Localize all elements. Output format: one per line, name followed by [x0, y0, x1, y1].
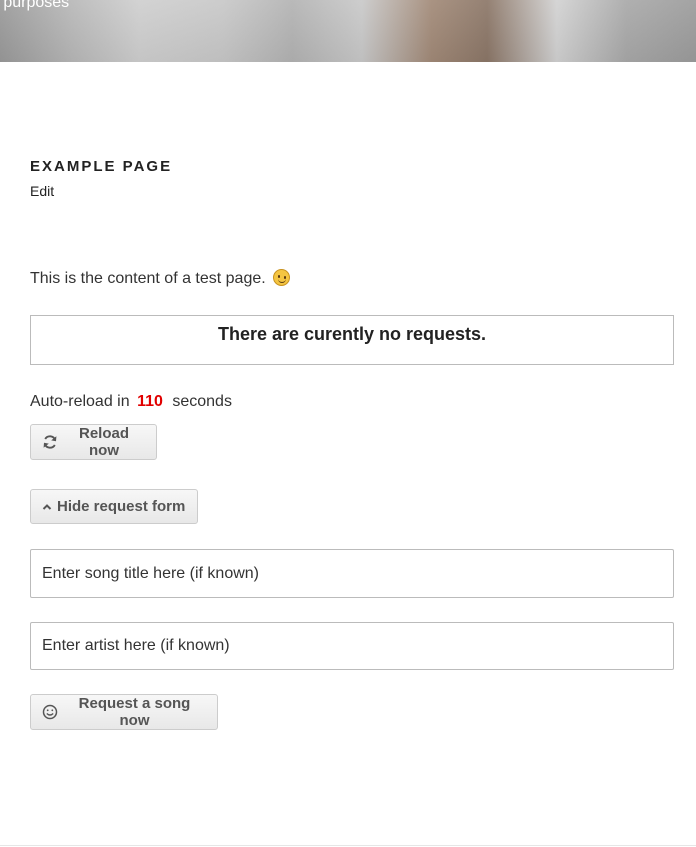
wink-emoji-icon: [273, 269, 291, 286]
artist-input[interactable]: [30, 622, 674, 670]
site-tagline: g purposes: [0, 0, 70, 11]
request-song-button[interactable]: Request a song now: [30, 694, 218, 730]
no-requests-message: There are curently no requests.: [217, 324, 487, 344]
hide-request-form-button[interactable]: Hide request form: [30, 489, 198, 524]
auto-reload-countdown: 110: [137, 393, 163, 410]
smiley-icon: [42, 704, 58, 720]
auto-reload-suffix: seconds: [172, 393, 232, 410]
chevron-up-icon: [42, 502, 52, 512]
page-content: This is the content of a test page.: [30, 269, 291, 288]
refresh-icon: [42, 434, 58, 450]
page-title: EXAMPLE PAGE: [30, 158, 173, 175]
page-content-text: This is the content of a test page.: [30, 270, 266, 287]
auto-reload-prefix: Auto-reload in: [30, 393, 130, 410]
auto-reload-status: Auto-reload in 110 seconds: [30, 393, 232, 411]
song-title-input[interactable]: [30, 549, 674, 598]
hide-request-form-label: Hide request form: [57, 498, 186, 515]
requests-list: There are curently no requests.: [30, 315, 674, 365]
reload-button-label: Reload now: [78, 425, 129, 459]
footer-divider: [0, 845, 696, 846]
edit-link[interactable]: Edit: [30, 183, 54, 199]
reload-button[interactable]: Reload now: [30, 424, 157, 460]
header-image: g purposes: [0, 0, 696, 62]
request-song-label: Request a song now: [78, 695, 191, 729]
